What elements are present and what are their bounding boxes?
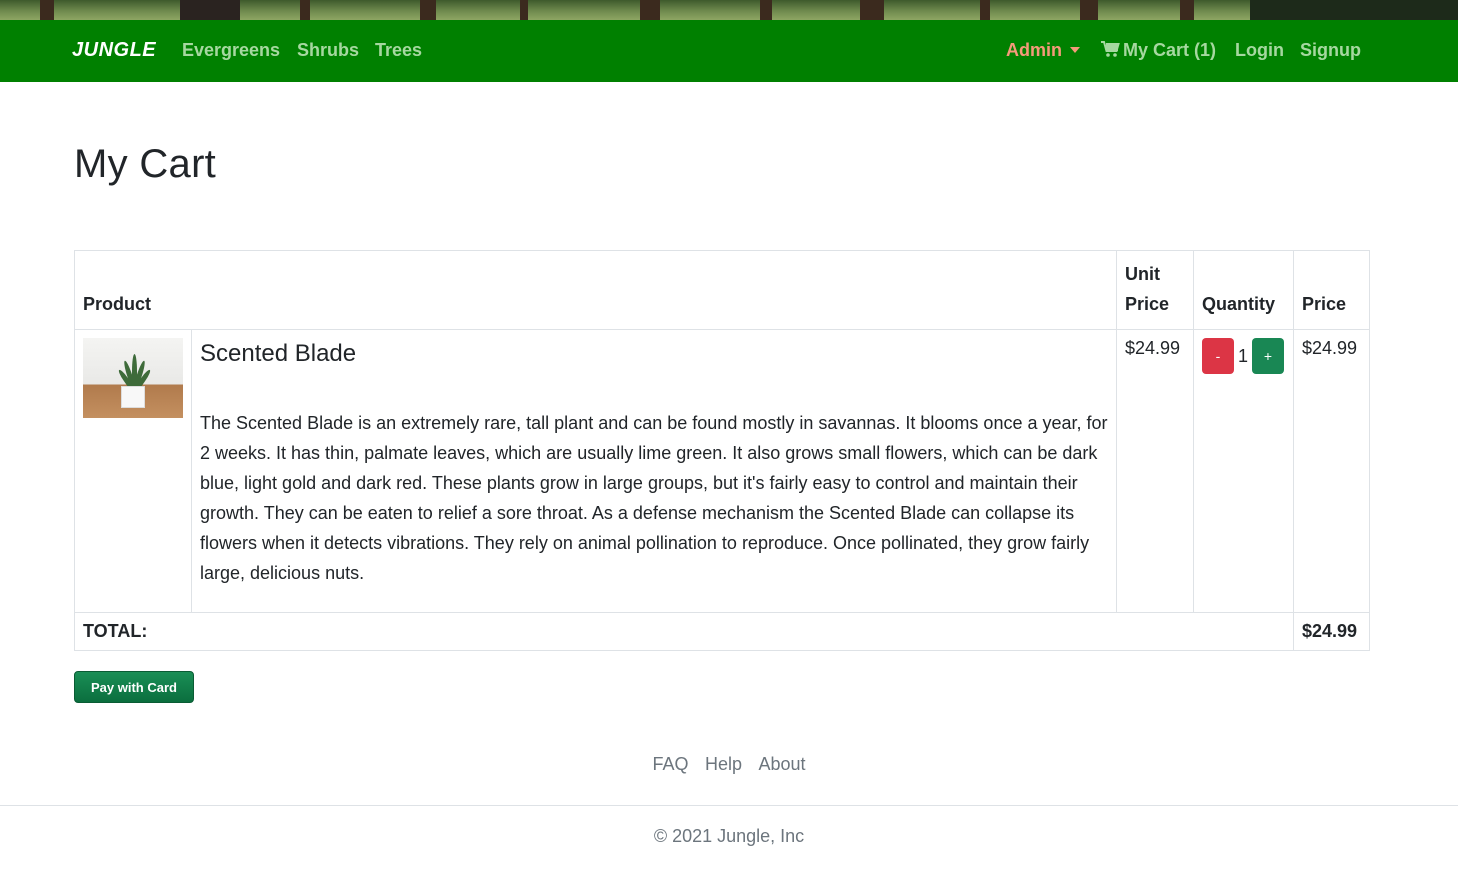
cart-label: My Cart (1) bbox=[1123, 40, 1217, 60]
increase-quantity-button[interactable]: + bbox=[1252, 338, 1285, 374]
caret-down-icon bbox=[1070, 47, 1080, 53]
nav-link-trees[interactable]: Trees bbox=[375, 40, 422, 61]
header-quantity: Quantity bbox=[1193, 250, 1294, 330]
footer-link-help[interactable]: Help bbox=[705, 754, 742, 774]
price-cell: $24.99 bbox=[1293, 329, 1370, 613]
total-value: $24.99 bbox=[1293, 612, 1370, 651]
unit-price-cell: $24.99 bbox=[1116, 329, 1194, 613]
footer-link-faq[interactable]: FAQ bbox=[653, 754, 689, 774]
footer-divider bbox=[0, 805, 1458, 806]
product-name: Scented Blade bbox=[200, 340, 357, 367]
cart-table: Product Unit Price Quantity Price Scente… bbox=[74, 250, 1370, 651]
page-title: My Cart bbox=[74, 142, 217, 186]
product-image-cell bbox=[74, 329, 192, 613]
pay-with-card-button[interactable]: Pay with Card bbox=[74, 671, 194, 703]
footer-copyright: © 2021 Jungle, Inc bbox=[653, 826, 805, 846]
total-row: TOTAL: $24.99 bbox=[74, 612, 1370, 651]
nav-link-cart[interactable]: My Cart (1) bbox=[1101, 40, 1216, 61]
shopping-cart-icon bbox=[1101, 41, 1120, 57]
quantity-value: 1 bbox=[1238, 345, 1249, 366]
table-header-row: Product Unit Price Quantity Price bbox=[74, 250, 1370, 330]
header-unit-price-line1: Unit bbox=[1125, 264, 1160, 284]
footer-links: FAQ Help About bbox=[0, 754, 1458, 775]
decrease-quantity-button[interactable]: - bbox=[1202, 338, 1234, 374]
nav-link-signup[interactable]: Signup bbox=[1300, 40, 1361, 61]
table-row: Scented Blade The Scented Blade is an ex… bbox=[74, 329, 1370, 613]
total-label: TOTAL: bbox=[74, 612, 1294, 651]
admin-dropdown[interactable]: Admin bbox=[1006, 40, 1080, 61]
product-image bbox=[83, 338, 183, 418]
product-details-cell: Scented Blade The Scented Blade is an ex… bbox=[191, 329, 1117, 613]
header-unit-price: Unit Price bbox=[1116, 250, 1194, 330]
header-banner-image bbox=[0, 0, 1458, 20]
main-navbar: JUNGLE Evergreens Shrubs Trees Admin My … bbox=[0, 20, 1458, 82]
quantity-cell: - 1 + bbox=[1193, 329, 1294, 613]
header-unit-price-line2: Price bbox=[1125, 294, 1170, 314]
quantity-stepper: - 1 + bbox=[1202, 338, 1285, 374]
header-product: Product bbox=[74, 250, 1117, 330]
nav-link-login[interactable]: Login bbox=[1235, 40, 1284, 61]
product-description: The Scented Blade is an extremely rare, … bbox=[200, 413, 1108, 583]
nav-link-evergreens[interactable]: Evergreens bbox=[182, 40, 280, 61]
admin-label: Admin bbox=[1006, 40, 1062, 60]
header-price: Price bbox=[1293, 250, 1370, 330]
nav-link-shrubs[interactable]: Shrubs bbox=[297, 40, 359, 61]
footer-link-about[interactable]: About bbox=[758, 754, 805, 774]
brand-logo[interactable]: JUNGLE bbox=[72, 39, 156, 62]
